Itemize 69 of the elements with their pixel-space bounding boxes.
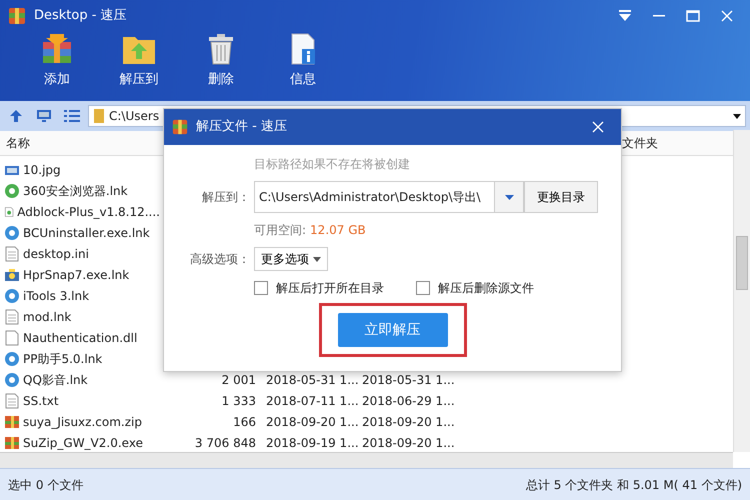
checkbox[interactable] <box>254 281 268 295</box>
created-date: 2018-09-20 1... <box>362 414 455 428</box>
created-date: 2018-09-20 1... <box>362 436 455 450</box>
status-text: 选中 0 个文件 <box>8 476 84 494</box>
modified-date: 2018-07-11 1... <box>266 394 359 408</box>
folder-icon <box>93 108 105 124</box>
toolbar-button[interactable]: 解压到 <box>106 32 172 96</box>
app-shortcut-icon <box>4 372 20 388</box>
archive-icon <box>4 414 20 430</box>
dialog-title: 解压文件 - 速压 <box>196 118 287 136</box>
horizontal-scrollbar[interactable] <box>0 452 733 468</box>
status-summary: 总计 5 个文件夹 和 5.01 M( 41 个文件) <box>526 476 742 494</box>
created-date: 2018-06-29 1... <box>362 394 455 408</box>
column-header[interactable]: 名称 <box>0 131 160 155</box>
file-size: 3 706 848 <box>194 436 256 450</box>
modified-date: 2018-05-31 1... <box>266 372 359 386</box>
file-name[interactable]: 10.jpg <box>23 160 61 178</box>
file-name[interactable]: PP助手5.0.lnk <box>23 350 102 368</box>
caret-icon <box>313 256 321 262</box>
file-name[interactable]: QQ影音.lnk <box>23 370 88 388</box>
archive-icon <box>4 434 20 450</box>
checkbox-label[interactable]: 解压后删除源文件 <box>438 279 534 297</box>
file-name[interactable]: desktop.ini <box>23 244 89 262</box>
app-shortcut-icon <box>4 350 20 366</box>
toolbar-button[interactable]: 添加 <box>24 32 90 96</box>
free-space-value: 12.07 GB <box>310 222 366 239</box>
file-name[interactable]: SS.txt <box>23 392 59 410</box>
text-file-icon <box>4 308 20 324</box>
file-name[interactable]: 360安全浏览器.lnk <box>23 182 128 200</box>
app-shortcut-icon <box>4 224 20 240</box>
archive-add-icon <box>40 32 74 66</box>
field-label: 解压到： <box>201 189 250 206</box>
extract-now-button[interactable]: 立即解压 <box>338 313 448 347</box>
file-size: 166 <box>233 414 256 428</box>
trash-icon <box>206 32 236 66</box>
document-info-icon <box>289 32 317 66</box>
toolbar-button[interactable]: 删除 <box>188 32 254 96</box>
checkbox-label[interactable]: 解压后打开所在目录 <box>276 279 384 297</box>
app-icon <box>8 7 26 25</box>
file-name[interactable]: SuZip_GW_V2.0.exe <box>23 434 143 452</box>
hint-text: 目标路径如果不存在将被创建 <box>254 156 410 173</box>
text-file-icon <box>4 246 20 262</box>
toolbar-button[interactable]: 信息 <box>270 32 336 96</box>
file-name[interactable]: iTools 3.lnk <box>23 286 90 304</box>
file-name[interactable]: mod.lnk <box>23 308 72 326</box>
file-name[interactable]: BCUninstaller.exe.lnk <box>23 224 150 242</box>
checkbox[interactable] <box>416 281 430 295</box>
file-name[interactable]: Nauthentication.dll <box>23 328 138 346</box>
modified-date: 2018-09-20 1... <box>266 414 359 428</box>
more-options-dropdown[interactable]: 更多选项 <box>254 247 328 271</box>
file-size: 2 001 <box>222 372 256 386</box>
free-space-label: 可用空间: <box>254 222 306 239</box>
camera-icon <box>4 266 20 282</box>
text-file-icon <box>4 392 20 408</box>
file-icon <box>4 330 20 346</box>
field-label: 高级选项： <box>189 251 250 268</box>
app-icon <box>172 119 188 135</box>
modified-date: 2018-09-19 1... <box>266 436 359 450</box>
vertical-scrollbar[interactable] <box>733 130 750 452</box>
file-name[interactable]: Adblock-Plus_v1.8.12.... <box>17 202 160 220</box>
dropdown-icon[interactable] <box>733 114 741 118</box>
file-size: 1 333 <box>222 394 256 408</box>
app-shortcut-icon <box>4 288 20 304</box>
file-name[interactable]: HprSnap7.exe.lnk <box>23 266 130 284</box>
file-name[interactable]: suya_Jisuxz.com.zip <box>23 412 142 430</box>
created-date: 2018-05-31 1... <box>362 372 455 386</box>
path-field[interactable]: C:\Users\Administrator\Desktop\导出\ <box>254 181 494 213</box>
change-folder-button[interactable]: 更换目录 <box>524 181 598 213</box>
window-title: Desktop - 速压 <box>34 7 127 26</box>
